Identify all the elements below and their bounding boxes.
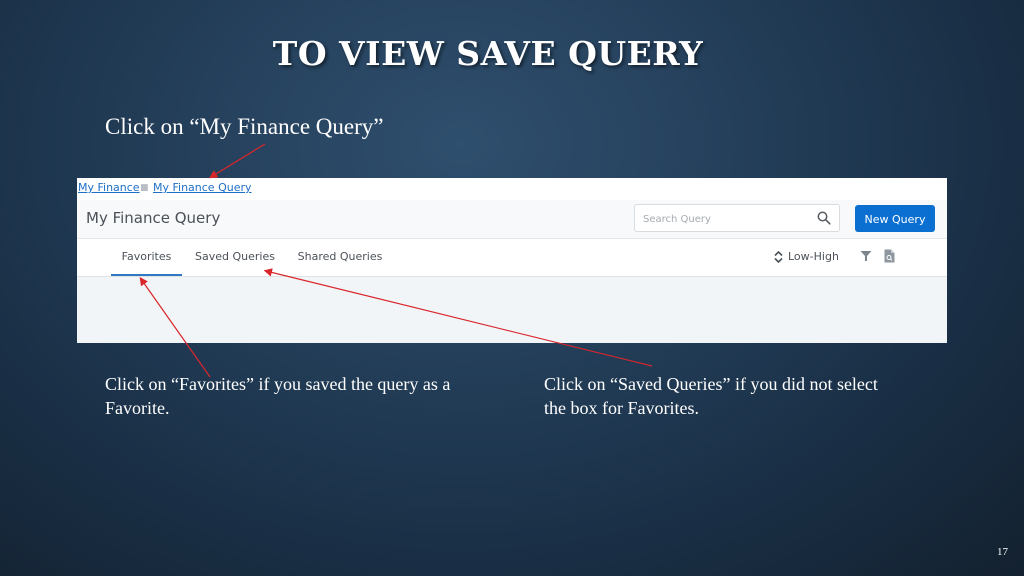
- breadcrumb-separator: ■: [140, 183, 149, 193]
- breadcrumb-my-finance[interactable]: My Finance: [78, 179, 140, 197]
- sort-toggle[interactable]: Low-High: [774, 239, 839, 276]
- slide-title: TO VIEW SAVE QUERY: [272, 34, 704, 73]
- search-input[interactable]: [641, 208, 815, 230]
- page-header: My Finance Query New Query: [77, 200, 947, 239]
- page-title: My Finance Query: [86, 209, 221, 227]
- arrow-to-breadcrumb: [208, 143, 266, 179]
- query-tabs: Favorites Saved Queries Shared Queries L…: [77, 239, 947, 277]
- page-number: 17: [997, 546, 1008, 558]
- new-query-button[interactable]: New Query: [855, 205, 935, 232]
- app-screenshot: My Finance ■ My Finance Query My Finance…: [77, 178, 947, 343]
- export-icon[interactable]: [884, 249, 895, 263]
- tab-saved-queries[interactable]: Saved Queries: [193, 239, 277, 276]
- filter-icon[interactable]: [860, 250, 872, 262]
- breadcrumb: My Finance ■ My Finance Query: [77, 178, 947, 200]
- tab-shared-queries[interactable]: Shared Queries: [295, 239, 385, 276]
- search-box: [634, 204, 840, 232]
- instruction-saved-queries: Click on “Saved Queries” if you did not …: [544, 374, 878, 418]
- tab-favorites[interactable]: Favorites: [111, 239, 182, 276]
- search-icon[interactable]: [817, 211, 831, 225]
- sort-label: Low-High: [788, 250, 839, 263]
- breadcrumb-my-finance-query[interactable]: My Finance Query: [153, 179, 252, 197]
- instruction-my-finance-query: Click on “My Finance Query”: [105, 114, 384, 139]
- instruction-favorites: Click on “Favorites” if you saved the qu…: [105, 374, 451, 418]
- sort-icon: [774, 251, 783, 263]
